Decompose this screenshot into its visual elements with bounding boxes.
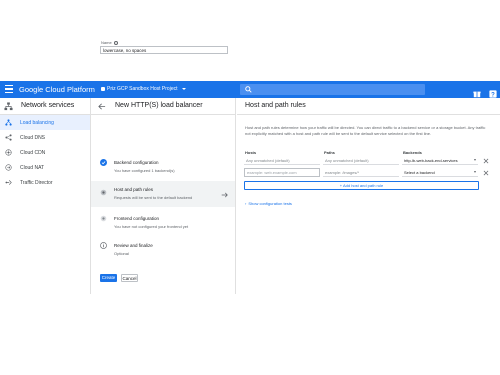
search-icon	[245, 86, 252, 93]
cdn-icon	[5, 149, 12, 156]
sidebar-item-cloud-cdn[interactable]: Cloud CDN	[0, 145, 90, 160]
step-backend-configuration[interactable]: Backend configuration You have configure…	[91, 156, 235, 178]
chevron-right-icon: ›	[245, 201, 247, 206]
info-circle-icon	[100, 242, 107, 249]
add-host-path-rule-button[interactable]: + Add host and path rule	[244, 181, 479, 190]
name-label: Name	[101, 40, 118, 45]
cancel-button[interactable]: Cancel	[121, 274, 138, 282]
side-navigation: Network services Load balancing Cloud DN…	[0, 98, 91, 294]
help-circle-icon[interactable]	[113, 40, 118, 45]
default-backend-select[interactable]: http-lb-web-back-end-services	[402, 156, 478, 165]
dot-circle-icon	[100, 189, 107, 196]
sidebar-item-label: Cloud NAT	[20, 165, 45, 171]
sidenav-header: Network services	[0, 98, 90, 115]
step-title: Frontend configuration	[114, 216, 160, 221]
host-path-header: Host and path rules	[237, 98, 500, 115]
column-header-backends: Backends	[403, 150, 422, 155]
wizard-header: New HTTP(S) load balancer	[91, 98, 235, 115]
chevron-down-icon	[181, 87, 186, 90]
project-selector[interactable]: Priz GCP Sandbox Host Project	[98, 84, 189, 95]
step-subtitle: Optional	[114, 251, 129, 256]
name-input[interactable]: lowercase, no spaces	[100, 46, 228, 54]
column-header-hosts: Hosts	[245, 150, 257, 155]
hosts-input[interactable]: example: web.example.com	[244, 168, 320, 177]
sidebar-item-cloud-dns[interactable]: Cloud DNS	[0, 130, 90, 145]
column-header-paths: Paths	[324, 150, 335, 155]
delete-rule-icon[interactable]	[483, 158, 489, 164]
create-button[interactable]: Create	[100, 274, 117, 282]
step-frontend-configuration[interactable]: Frontend configuration You have not conf…	[91, 212, 235, 232]
sidebar-item-label: Traffic Director	[20, 180, 53, 186]
show-tests-label: Show configuration tests	[248, 201, 292, 206]
step-title: Host and path rules	[114, 187, 154, 192]
step-title: Backend configuration	[114, 160, 159, 165]
project-icon	[101, 86, 105, 91]
host-path-title: Host and path rules	[245, 102, 306, 109]
sidebar-item-cloud-nat[interactable]: Cloud NAT	[0, 160, 90, 175]
step-subtitle: You have configured 1 backend(s)	[114, 168, 175, 173]
nat-icon	[5, 164, 12, 171]
load-balancing-icon	[5, 119, 12, 126]
check-circle-icon	[100, 159, 107, 166]
default-paths-field: Any unmatched (default)	[323, 156, 399, 165]
select-value: http-lb-web-back-end-services	[404, 158, 458, 163]
dns-icon	[5, 134, 12, 141]
traffic-director-icon	[5, 180, 12, 185]
caret-down-icon	[474, 171, 476, 173]
arrow-right-icon	[221, 192, 228, 198]
back-arrow-icon[interactable]	[98, 103, 106, 110]
gift-icon[interactable]	[473, 85, 481, 98]
project-name: Priz GCP Sandbox Host Project	[107, 86, 178, 92]
dot-circle-icon	[100, 215, 107, 222]
select-value: Select a backend	[404, 170, 435, 175]
name-label-text: Name	[101, 40, 112, 45]
top-bar: Google Cloud Platform Priz GCP Sandbox H…	[0, 81, 500, 98]
sidebar-item-traffic-director[interactable]: Traffic Director	[0, 175, 90, 190]
default-hosts-field: Any unmatched (default)	[244, 156, 320, 165]
network-services-icon	[4, 102, 13, 111]
host-path-description: Host and path rules determine how your t…	[245, 125, 486, 136]
sidebar-item-label: Load balancing	[20, 120, 54, 126]
wizard-title: New HTTP(S) load balancer	[115, 102, 203, 109]
step-title: Review and finalize	[114, 243, 153, 248]
help-icon[interactable]: ?	[489, 85, 497, 98]
sidebar-item-label: Cloud DNS	[20, 135, 46, 141]
step-host-and-path-rules[interactable]: Host and path rules Requests will be sen…	[91, 181, 235, 207]
sidebar-item-load-balancing[interactable]: Load balancing	[0, 115, 90, 130]
paths-input[interactable]: example: /images/*	[323, 168, 399, 177]
show-configuration-tests-link[interactable]: › Show configuration tests	[245, 201, 292, 206]
menu-icon[interactable]	[5, 85, 13, 94]
sidenav-title: Network services	[21, 102, 75, 109]
brand-title[interactable]: Google Cloud Platform	[19, 85, 95, 94]
caret-down-icon	[474, 159, 476, 161]
step-subtitle: You have not configured your frontend ye…	[114, 224, 189, 229]
delete-rule-icon[interactable]	[483, 170, 489, 176]
step-subtitle: Requests will be sent to the default bac…	[114, 195, 193, 200]
step-review-and-finalize[interactable]: Review and finalize Optional	[91, 239, 235, 259]
search-bar[interactable]	[240, 84, 425, 95]
backend-select[interactable]: Select a backend	[402, 168, 478, 177]
sidebar-item-label: Cloud CDN	[20, 150, 46, 156]
